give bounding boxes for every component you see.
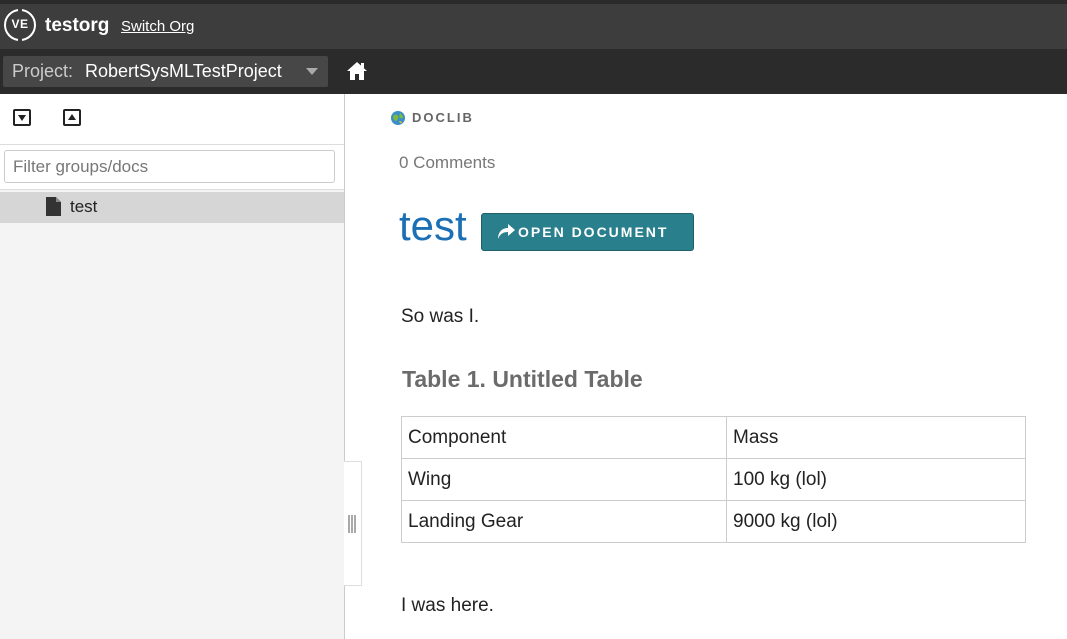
filter-container [0,145,344,190]
page-title: test [399,202,467,249]
table-cell: 100 kg (lol) [726,458,1026,501]
expand-all-icon[interactable] [13,109,31,126]
open-document-label: OPEN DOCUMENT [518,224,669,240]
project-value: RobertSysMLTestProject [85,61,282,81]
switch-org-link[interactable]: Switch Org [121,18,194,35]
table-cell: Landing Gear [401,500,727,543]
tree-item-test[interactable]: test [0,192,344,223]
chevron-down-icon [306,68,318,75]
doclib-icon [391,111,405,125]
table-header-row: Component Mass [401,416,1026,459]
org-name: testorg [45,15,110,36]
project-select[interactable]: Project: RobertSysMLTestProject [3,56,328,87]
home-icon[interactable] [346,61,368,81]
project-bar: Project: RobertSysMLTestProject [0,49,1067,94]
paragraph: So was I. [401,306,480,327]
table-caption: Table 1. Untitled Table [402,366,643,392]
table-header-cell: Component [401,416,727,459]
open-document-button[interactable]: OPEN DOCUMENT [481,213,694,251]
table-header-cell: Mass [726,416,1026,459]
share-arrow-icon [498,224,515,239]
document-icon [46,197,61,216]
sidebar: test [0,94,345,639]
table-cell: 9000 kg (lol) [726,500,1026,543]
logo-text: VE [11,17,29,31]
project-label: Project: [12,61,74,81]
doclib-label: DOCLIB [412,110,474,125]
data-table: Component Mass Wing 100 kg (lol) Landing… [401,416,1026,543]
table-cell: Wing [401,458,727,501]
paragraph: I was here. [401,595,494,616]
filter-input[interactable] [4,150,335,183]
table-row: Wing 100 kg (lol) [401,458,1026,501]
tree-item-label: test [70,197,98,216]
collapse-all-icon[interactable] [63,109,81,126]
org-bar: VE testorg Switch Org [0,0,1067,49]
document-view: DOCLIB 0 Comments test OPEN DOCUMENT So … [346,94,1067,639]
table-row: Landing Gear 9000 kg (lol) [401,500,1026,543]
tree-toolbar [0,94,344,145]
comments-link[interactable]: 0 Comments [399,153,495,173]
ve-logo-icon[interactable]: VE [4,7,36,43]
